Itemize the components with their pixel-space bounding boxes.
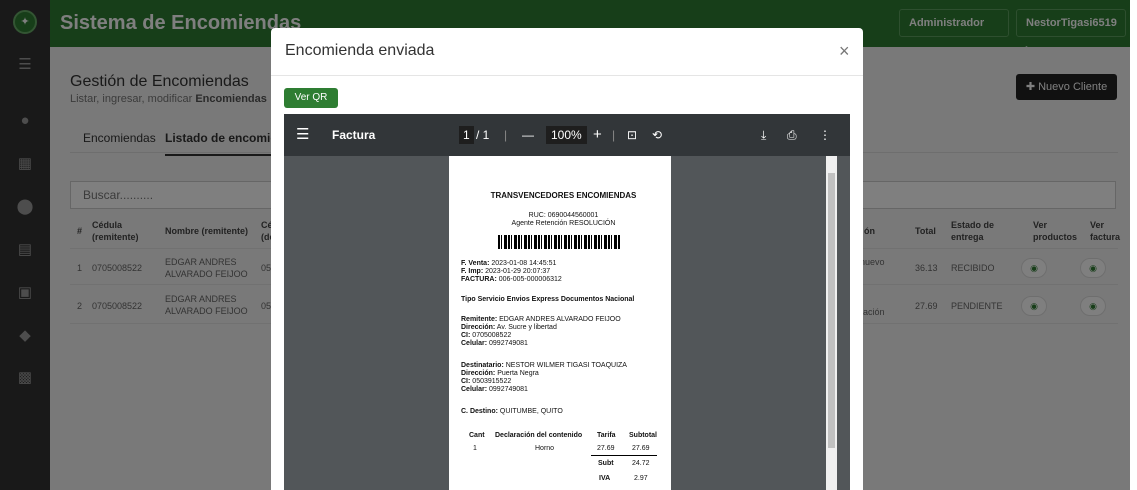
sender-address: Dirección: Av. Sucre y libertad [461, 324, 557, 331]
invoice-modal: Encomienda enviada × Ver QR ☰ Factura 1 … [271, 28, 863, 490]
invoice-company: TRANSVENCEDORES ENCOMIENDAS [490, 191, 637, 200]
iva-label: IVA [599, 475, 611, 482]
totals-rule [591, 455, 657, 456]
sender-name: Remitente: EDGAR ANDRES ALVARADO FEIJOO [461, 316, 621, 323]
zoom-input[interactable]: 100% [546, 126, 587, 144]
items-header-desc: Declaración del contenido [495, 432, 583, 439]
invoice-venta: F. Venta: 2023-01-08 14:45:51 [461, 260, 557, 267]
app-window: { "app": {"title": "Sistema de Encomiend… [0, 0, 1137, 490]
print-icon[interactable]: ⎙ [787, 126, 797, 144]
item-desc: Horno [535, 445, 555, 452]
item-cant: 1 [473, 445, 477, 452]
zoom-in-button[interactable]: + [593, 126, 602, 144]
view-qr-button[interactable]: Ver QR [284, 88, 338, 108]
recipient-phone: Celular: 0992749081 [461, 386, 528, 393]
invoice-number: FACTURA: 006-005-000006312 [461, 276, 562, 283]
pdf-viewport[interactable]: TRANSVENCEDORES ENCOMIENDAS RUC: 0690044… [284, 156, 850, 490]
pdf-scrollbar-thumb[interactable] [828, 173, 835, 448]
subt-label: Subt [598, 460, 614, 467]
modal-divider [271, 75, 863, 76]
recipient-ci: CI: 0503915522 [461, 378, 512, 385]
invoice-ruc: RUC: 0690044560001 [528, 212, 599, 219]
fit-page-icon[interactable]: ⊡ [627, 126, 637, 144]
invoice-agent: Agente Retención RESOLUCIÓN [511, 220, 616, 227]
recipient-name: Destinatario: NESTOR WILMER TIGASI TOAQU… [461, 362, 627, 369]
sender-phone: Celular: 0992749081 [461, 340, 528, 347]
toolbar-separator: | [504, 128, 508, 142]
rotate-icon[interactable]: ⟲ [652, 126, 662, 144]
page-total: / 1 [476, 128, 490, 142]
items-header-tarifa: Tarifa [597, 432, 616, 439]
item-subtotal: 27.69 [632, 445, 650, 452]
close-icon[interactable]: × [839, 41, 850, 62]
hamburger-icon[interactable]: ☰ [296, 126, 309, 144]
page-number-input[interactable]: 1 [459, 126, 474, 144]
iva-value: 2.97 [634, 475, 648, 482]
invoice-service: Tipo Servicio Envios Express Documentos … [461, 296, 635, 303]
more-options-icon[interactable]: ⋮ [819, 126, 831, 144]
modal-title: Encomienda enviada [285, 42, 435, 59]
pdf-toolbar: ☰ Factura 1 / 1 | — 100% + | ⊡ ⟲ ⤓ ⎙ ⋮ [284, 114, 850, 156]
items-header-subtotal: Subtotal [629, 432, 657, 439]
download-icon[interactable]: ⤓ [761, 126, 766, 144]
toolbar-separator: | [612, 128, 616, 142]
subt-value: 24.72 [632, 460, 650, 467]
sender-ci: CI: 0705008522 [461, 332, 512, 339]
invoice-imp: F. Imp: 2023-01-29 20:07:37 [461, 268, 551, 275]
item-tarifa: 27.69 [597, 445, 615, 452]
pdf-title: Factura [332, 128, 376, 142]
destination-city: C. Destino: QUITUMBE, QUITO [461, 408, 563, 415]
invoice-page: TRANSVENCEDORES ENCOMIENDAS RUC: 0690044… [449, 156, 671, 490]
barcode [498, 235, 621, 249]
zoom-out-button[interactable]: — [522, 126, 534, 144]
recipient-address: Dirección: Puerta Negra [461, 370, 539, 377]
items-header-cant: Cant [469, 432, 485, 439]
